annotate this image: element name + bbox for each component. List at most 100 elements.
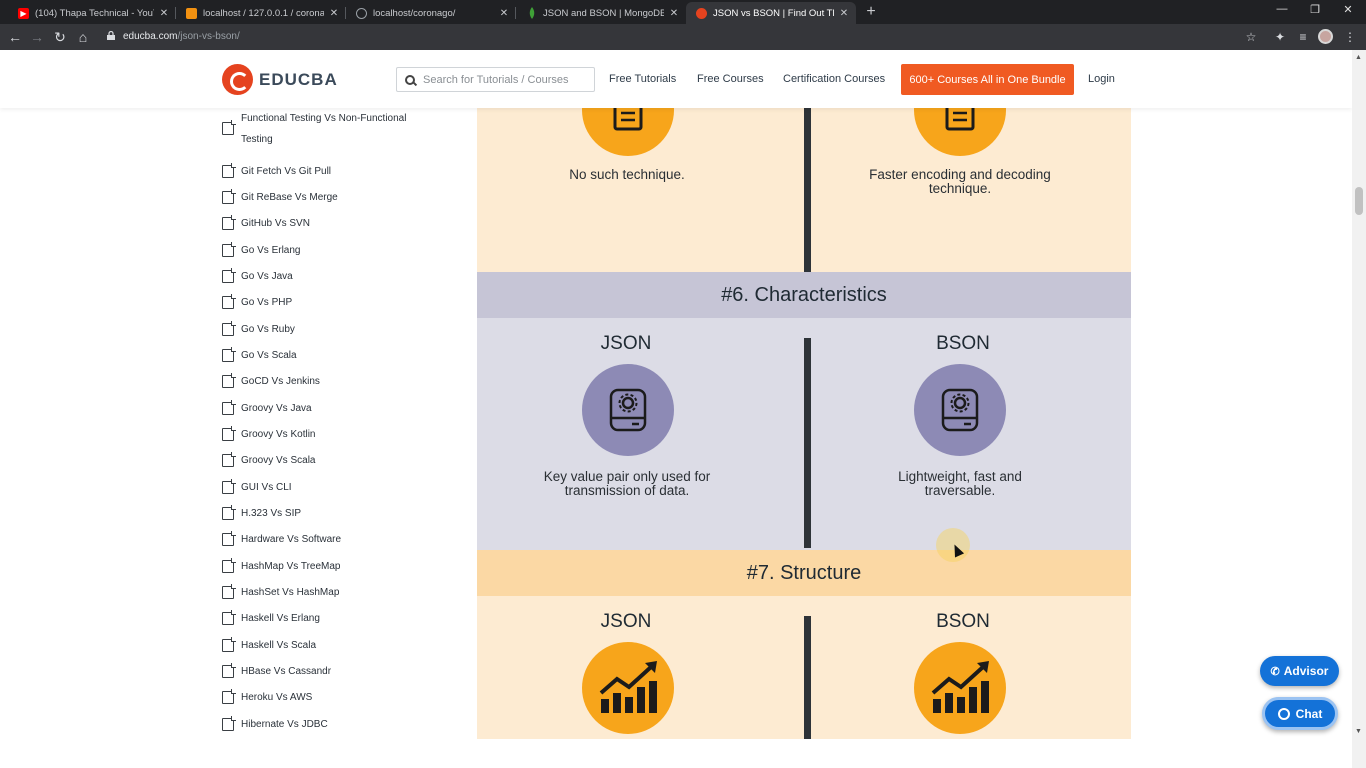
bundle-cta-button[interactable]: 600+ Courses All in One Bundle xyxy=(901,64,1074,95)
sidebar-link[interactable]: Groovy Vs Kotlin xyxy=(222,424,431,445)
nav-free-courses[interactable]: Free Courses xyxy=(697,73,764,85)
sidebar-link[interactable]: GoCD Vs Jenkins xyxy=(222,371,431,392)
close-window-icon[interactable]: ✕ xyxy=(1338,3,1358,16)
document-icon xyxy=(222,321,236,336)
lock-icon[interactable] xyxy=(107,31,115,40)
section-7-heading: #7. Structure xyxy=(477,550,1131,596)
nav-free-tutorials[interactable]: Free Tutorials xyxy=(609,73,676,85)
browser-tab[interactable]: localhost / 127.0.0.1 / coronadb ✕ xyxy=(176,2,346,24)
sidebar-link[interactable]: HashMap Vs TreeMap xyxy=(222,556,431,577)
search-icon xyxy=(405,74,415,85)
logo-text: EDUCBA xyxy=(259,69,338,89)
sidebar-link[interactable]: Hibernate Vs JDBC xyxy=(222,714,431,735)
sidebar-link[interactable]: Go Vs Scala xyxy=(222,345,431,366)
browser-tab[interactable]: JSON and BSON | MongoDB ✕ xyxy=(516,2,686,24)
nav-certification-courses[interactable]: Certification Courses xyxy=(783,73,885,85)
sidebar-link[interactable]: Go Vs Java xyxy=(222,266,431,287)
search-input[interactable] xyxy=(423,73,583,86)
sidebar-link[interactable]: HashSet Vs HashMap xyxy=(222,582,431,603)
sidebar-link[interactable]: Go Vs PHP xyxy=(222,292,431,313)
media-control-icon[interactable]: ≡ xyxy=(1296,30,1310,44)
caption-line: Key value pair only used for xyxy=(543,469,711,484)
educba-icon xyxy=(696,7,707,19)
chat-label: Chat xyxy=(1295,706,1323,721)
scroll-down-icon[interactable]: ▼ xyxy=(1355,728,1362,735)
sidebar-link-label: Git ReBase Vs Merge xyxy=(241,192,338,203)
document-icon xyxy=(222,215,236,230)
document-icon xyxy=(222,663,236,678)
home-icon[interactable]: ⌂ xyxy=(74,29,92,45)
sidebar-link[interactable]: Haskell Vs Scala xyxy=(222,635,431,656)
profile-avatar[interactable] xyxy=(1318,29,1333,44)
close-icon[interactable]: ✕ xyxy=(158,8,170,19)
sidebar-link[interactable]: GUI Vs CLI xyxy=(222,477,431,498)
scroll-up-icon[interactable]: ▲ xyxy=(1355,54,1362,61)
sidebar-link-label: Haskell Vs Scala xyxy=(241,640,317,651)
sidebar-link[interactable]: Go Vs Erlang xyxy=(222,240,431,261)
sidebar-link[interactable]: Git ReBase Vs Merge xyxy=(222,187,431,208)
scrollbar-thumb[interactable] xyxy=(1355,187,1363,215)
chat-bubble-icon xyxy=(1277,707,1290,720)
sidebar-link-label: Groovy Vs Scala xyxy=(241,455,316,466)
bookmark-star-icon[interactable]: ☆ xyxy=(1244,30,1258,44)
page-content: EDUCBA Free Tutorials Free Courses Certi… xyxy=(0,50,1352,768)
extensions-icon[interactable]: ✦ xyxy=(1273,30,1287,44)
browser-tab-bar: ▶ (104) Thapa Technical - YouTube ✕ loca… xyxy=(0,0,1366,24)
sidebar-link-label: Git Fetch Vs Git Pull xyxy=(241,166,332,177)
caption-line: technique. xyxy=(928,181,992,196)
sidebar-link[interactable]: Groovy Vs Scala xyxy=(222,450,431,471)
sidebar-link[interactable]: Haskell Vs Erlang xyxy=(222,608,431,629)
close-icon[interactable]: ✕ xyxy=(328,8,340,19)
comparison-infographic: No such technique. Faster encoding and d… xyxy=(477,108,1131,739)
bson-caption: Lightweight, fast and traversable. xyxy=(830,470,1090,498)
section-7-panel: JSON BSON xyxy=(477,596,1131,739)
sidebar-link[interactable]: H.323 Vs SIP xyxy=(222,503,431,524)
advisor-button[interactable]: ✆ Advisor xyxy=(1260,656,1339,686)
sidebar-link[interactable]: Go Vs Ruby xyxy=(222,319,431,340)
json-column-title: JSON xyxy=(600,333,652,354)
document-icon xyxy=(222,531,236,546)
section-6-panel: JSON BSON Key value pair only used for tr… xyxy=(477,318,1131,550)
forward-icon[interactable]: → xyxy=(28,29,46,45)
column-divider xyxy=(804,616,811,739)
browser-tab-active[interactable]: JSON vs BSON | Find Out The 10 ✕ xyxy=(686,2,856,24)
sidebar-link-label: GoCD Vs Jenkins xyxy=(241,376,320,387)
close-icon[interactable]: ✕ xyxy=(498,8,510,19)
chat-button[interactable]: Chat xyxy=(1262,697,1338,730)
document-icon xyxy=(222,637,236,652)
minimize-icon[interactable]: — xyxy=(1272,3,1292,15)
close-icon[interactable]: ✕ xyxy=(838,8,850,19)
document-icon xyxy=(222,689,236,704)
sidebar-link-label: Heroku Vs AWS xyxy=(241,692,313,703)
caption-line: Lightweight, fast and xyxy=(898,469,1022,484)
sidebar-link-label: Go Vs Ruby xyxy=(241,324,295,335)
tab-title: JSON vs BSON | Find Out The 10 xyxy=(713,7,834,19)
browser-tab[interactable]: ▶ (104) Thapa Technical - YouTube ✕ xyxy=(8,2,176,24)
sidebar-link-label: Go Vs Erlang xyxy=(241,245,301,256)
page-scrollbar[interactable]: ▲ ▼ xyxy=(1352,50,1366,768)
sidebar-link[interactable]: HBase Vs Cassandr xyxy=(222,661,431,682)
bson-caption: Faster encoding and decoding technique. xyxy=(830,168,1090,196)
sidebar-link[interactable]: Groovy Vs Java xyxy=(222,398,431,419)
menu-icon[interactable]: ⋮ xyxy=(1343,30,1357,44)
reload-icon[interactable]: ↻ xyxy=(51,29,69,45)
tab-title: localhost/coronago/ xyxy=(373,7,456,19)
bson-column-title: BSON xyxy=(936,611,990,632)
new-tab-button[interactable]: + xyxy=(862,3,880,21)
close-icon[interactable]: ✕ xyxy=(668,8,680,19)
document-icon xyxy=(222,400,236,415)
educba-logo[interactable]: EDUCBA xyxy=(222,64,338,95)
restore-icon[interactable]: ❐ xyxy=(1305,3,1325,16)
sidebar-link-label: HBase Vs Cassandr xyxy=(241,666,332,677)
browser-tab[interactable]: localhost/coronago/ ✕ xyxy=(346,2,516,24)
back-icon[interactable]: ← xyxy=(6,29,24,45)
tab-title: JSON and BSON | MongoDB xyxy=(543,7,664,19)
sidebar-link[interactable]: Heroku Vs AWS xyxy=(222,687,431,708)
sidebar-link[interactable]: Functional Testing Vs Non-Functional Tes… xyxy=(222,108,431,150)
login-link[interactable]: Login xyxy=(1088,73,1115,85)
address-bar[interactable]: educba.com/json-vs-bson/ xyxy=(123,31,240,42)
sidebar-link[interactable]: GitHub Vs SVN xyxy=(222,213,431,234)
sidebar-link[interactable]: Hardware Vs Software xyxy=(222,529,431,550)
search-box[interactable] xyxy=(396,67,595,92)
sidebar-link[interactable]: Git Fetch Vs Git Pull xyxy=(222,161,431,182)
